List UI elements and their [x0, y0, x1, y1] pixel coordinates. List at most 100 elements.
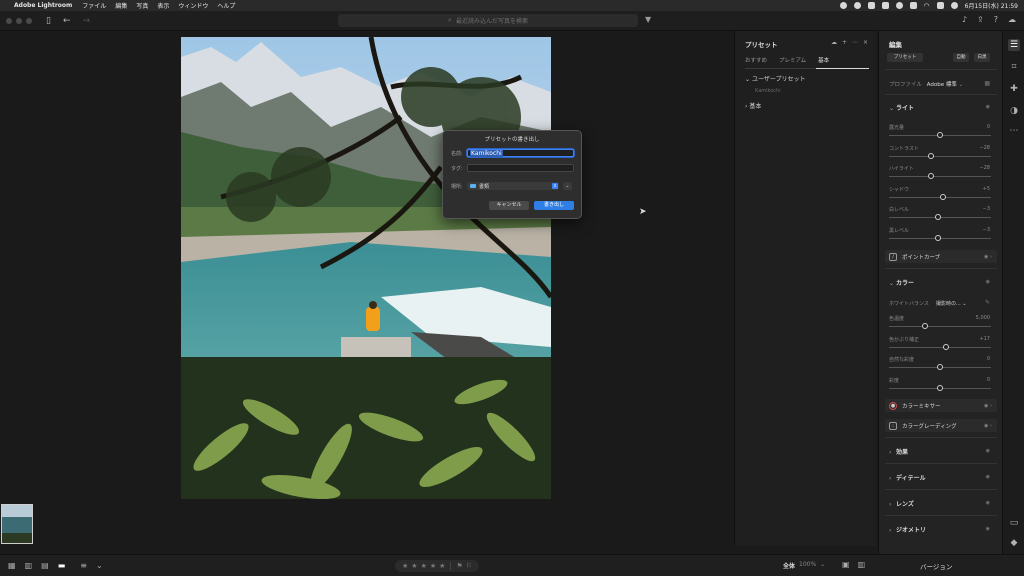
chevron-down-icon[interactable]: ⌄ — [96, 561, 103, 570]
color-section-header[interactable]: ⌄ カラー — [889, 278, 914, 287]
menu-window[interactable]: ウィンドウ — [178, 1, 208, 10]
slider-track[interactable] — [889, 214, 991, 220]
slider-handle[interactable] — [927, 173, 934, 179]
visibility-eye-icon[interactable]: ◉ — [986, 526, 990, 532]
slider-value[interactable]: +17 — [979, 336, 990, 342]
visibility-eye-icon[interactable]: ◉ — [986, 104, 990, 110]
bw-button[interactable]: 白黒 — [974, 53, 990, 62]
large-grid-icon[interactable]: ▤ — [41, 561, 49, 570]
visibility-eye-icon[interactable]: ◉ — [986, 474, 990, 480]
zoom-controls[interactable]: 全体 100% ⌄ — [783, 561, 825, 570]
more-tools-icon[interactable]: ⋯ — [1008, 125, 1020, 137]
effects-section-header[interactable]: › 効果 — [889, 447, 908, 456]
slider-track[interactable] — [889, 384, 991, 391]
chevron-down-icon[interactable]: ⌄ — [820, 561, 825, 570]
healing-bandage-icon[interactable]: ✚ — [1008, 83, 1020, 95]
auto-button[interactable]: 自動 — [953, 53, 969, 62]
tab-recommended[interactable]: おすすめ — [745, 56, 767, 64]
geometry-section-header[interactable]: › ジオメトリ — [889, 525, 926, 534]
more-options-icon[interactable]: ⋯ — [852, 39, 858, 46]
visibility-eye-icon[interactable]: ◉ — [986, 500, 990, 506]
slider-handle[interactable] — [937, 384, 943, 391]
presets-button[interactable]: プリセット — [887, 53, 923, 62]
menu-help[interactable]: ヘルプ — [217, 1, 235, 10]
sort-icon[interactable]: ≡ — [80, 561, 87, 570]
before-after-icon[interactable]: ▣ — [842, 560, 850, 569]
slider-value[interactable]: 0 — [987, 356, 990, 362]
preset-item[interactable]: Kamikochi — [755, 88, 781, 94]
status-app-icon[interactable] — [853, 2, 861, 9]
pick-flag-icon[interactable]: ⚑ — [456, 562, 462, 570]
square-grid-icon[interactable]: ▥ — [25, 561, 33, 570]
siri-icon[interactable] — [950, 2, 958, 9]
star-rating-5[interactable]: ★ — [439, 562, 445, 570]
search-bar[interactable]: ⌕ 最近読み込んだ写真を検索 — [338, 14, 638, 27]
white-balance-select[interactable]: 撮影時の... ⌄ — [936, 300, 967, 307]
cloud-sync-icon[interactable]: ☁ — [1008, 15, 1016, 24]
grid-view-icon[interactable]: ▦ — [8, 561, 16, 570]
slider-handle[interactable] — [943, 343, 950, 350]
wifi-icon[interactable]: ◠ — [924, 2, 930, 10]
expand-browser-button[interactable]: ⌄ — [563, 182, 572, 190]
menu-file[interactable]: ファイル — [82, 1, 106, 10]
share-icon[interactable]: ⇪ — [977, 15, 984, 24]
star-rating-3[interactable]: ★ — [421, 562, 427, 570]
slider-handle[interactable] — [934, 234, 941, 241]
status-app-icon[interactable] — [867, 2, 875, 9]
visibility-eye-icon[interactable]: ◉ › — [984, 423, 992, 429]
close-panel-icon[interactable]: × — [863, 39, 868, 46]
crop-icon[interactable]: ⌗ — [1008, 61, 1020, 73]
slider-handle[interactable] — [921, 323, 928, 329]
group-basic[interactable]: › 基本 — [745, 101, 761, 110]
menu-view[interactable]: 表示 — [157, 1, 169, 10]
eyedropper-icon[interactable]: ✎ — [985, 299, 990, 306]
star-rating-2[interactable]: ★ — [411, 562, 417, 570]
slider-value[interactable]: −3 — [983, 227, 990, 233]
slider-track[interactable] — [889, 132, 991, 138]
visibility-eye-icon[interactable]: ◉ › — [984, 254, 992, 260]
masking-icon[interactable]: ◑ — [1008, 105, 1020, 117]
profile-browser-icon[interactable]: ▦ — [984, 80, 990, 87]
status-app-icon[interactable] — [881, 2, 889, 9]
star-rating-4[interactable]: ★ — [430, 562, 436, 570]
slider-handle[interactable] — [937, 132, 943, 138]
tab-basic[interactable]: 基本 — [818, 56, 829, 64]
light-section-header[interactable]: ⌄ ライト — [889, 103, 914, 112]
slider-track[interactable] — [889, 343, 991, 350]
color-grading-row[interactable]: ∴ カラーグレーディング ◉ › — [885, 419, 997, 432]
point-curve-row[interactable]: ∕ ポイントカーブ ◉ › — [885, 250, 997, 263]
slider-track[interactable] — [889, 234, 991, 241]
visibility-eye-icon[interactable]: ◉ — [986, 279, 990, 285]
slider-value[interactable]: 0 — [987, 377, 990, 383]
slider-value[interactable]: −3 — [983, 206, 990, 212]
slider-value[interactable]: −28 — [979, 165, 990, 171]
detail-view-icon[interactable]: ▬ — [58, 561, 66, 570]
slider-handle[interactable] — [927, 152, 934, 159]
tag-input[interactable] — [467, 164, 574, 172]
add-preset-icon[interactable]: + — [842, 39, 847, 46]
reject-flag-icon[interactable]: ⚐ — [466, 562, 472, 570]
location-select[interactable]: 書類 ⇕ — [467, 182, 559, 190]
photo-canvas[interactable]: プリセットの書き出し 名前: Kamikochi タグ: 場所: 書類 ⇕ ⌄ … — [0, 31, 734, 546]
slider-track[interactable] — [889, 364, 991, 370]
edit-sliders-icon[interactable]: ☰ — [1008, 39, 1020, 51]
main-photo[interactable] — [181, 37, 551, 499]
zoom-window-button[interactable] — [26, 17, 32, 24]
visibility-eye-icon[interactable]: ◉ — [986, 448, 990, 454]
slider-value[interactable]: 0 — [987, 124, 990, 130]
filter-icon[interactable]: ▼ — [645, 15, 651, 24]
menu-edit[interactable]: 編集 — [115, 1, 127, 10]
group-user-presets[interactable]: ⌄ ユーザープリセット — [745, 74, 805, 83]
slider-track[interactable] — [889, 152, 991, 159]
status-app-icon[interactable] — [909, 2, 917, 9]
slider-track[interactable] — [889, 323, 991, 329]
app-menu[interactable]: Adobe Lightroom — [14, 2, 72, 9]
forward-arrow-icon[interactable]: → — [83, 16, 91, 26]
help-icon[interactable]: ? — [994, 15, 998, 24]
slider-value[interactable]: +5 — [983, 186, 990, 192]
export-button[interactable]: 書き出し — [534, 201, 574, 210]
slider-track[interactable] — [889, 173, 991, 179]
menu-photo[interactable]: 写真 — [136, 1, 148, 10]
cloud-icon[interactable]: ☁ — [831, 39, 837, 46]
detail-section-header[interactable]: › ディテール — [889, 473, 926, 482]
